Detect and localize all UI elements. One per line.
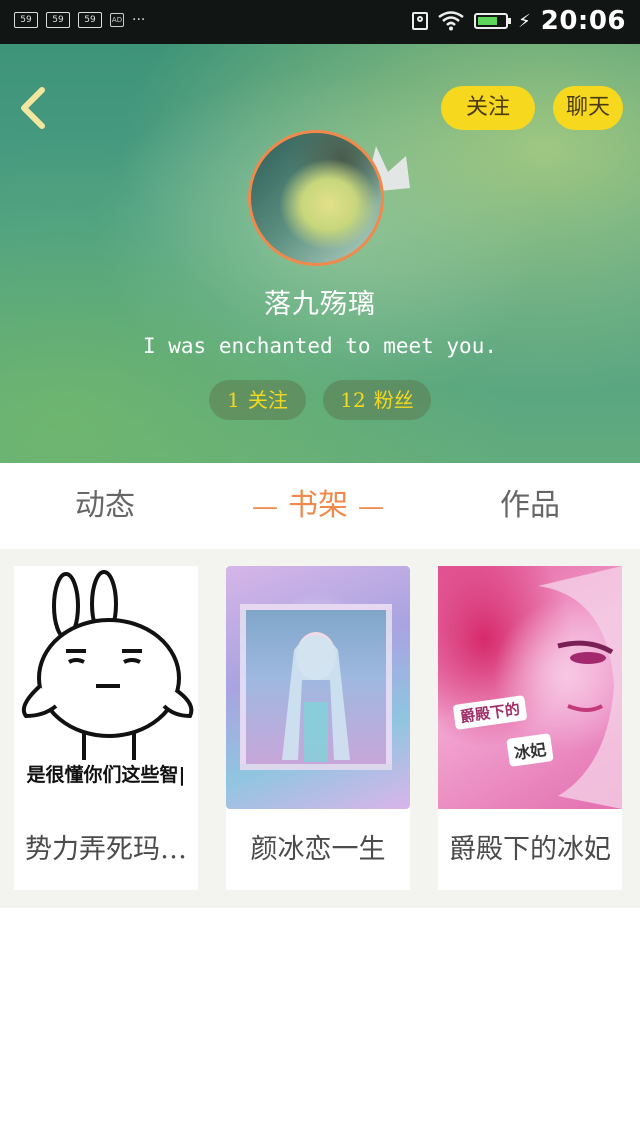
following-count: 1 [227,388,240,412]
book-cover [226,566,410,809]
username: 落九殇璃 [264,289,376,320]
charging-icon: ⚡ [518,10,531,32]
status-right: ⚡ 20:06 [412,6,626,36]
fans-stat[interactable]: 12 粉丝 [323,380,431,420]
signal-icon: 59 [46,12,70,28]
following-stat[interactable]: 1 关注 [209,380,306,420]
following-label: 关注 [247,388,288,412]
follow-button[interactable]: 关注 [441,86,535,130]
tab-dynamic[interactable]: 动态 [75,463,135,549]
ad-icon: AD [110,13,124,27]
tab-active-indicator-right: — [358,492,384,522]
anime-face-illustration [538,566,622,809]
user-bio: I was enchanted to meet you. [142,334,497,358]
fans-label: 粉丝 [373,388,414,412]
book-card[interactable]: 颜冰恋一生 [226,566,410,890]
cover-title-line1: 爵殿下的 [452,695,528,730]
book-cover: 是很懂你们这些智| [14,566,198,809]
status-left: 59 59 59 AD ··· [14,12,145,28]
status-bar: 59 59 59 AD ··· ⚡ 20:06 [0,0,640,44]
signal-icon: 59 [14,12,38,28]
back-icon[interactable] [16,86,52,130]
signal-icon: 59 [78,12,102,28]
more-notifications-icon: ··· [132,12,146,28]
wifi-icon [438,11,464,31]
book-card[interactable]: 是很懂你们这些智| 势力弄死玛… [14,566,198,890]
tab-works[interactable]: 作品 [500,463,560,549]
rabbit-meme-illustration [21,570,194,760]
book-title: 颜冰恋一生 [250,834,386,865]
bookshelf: 是很懂你们这些智| 势力弄死玛… 颜冰恋一生 爵殿下的 冰妃 爵殿下的冰妃 [0,549,640,908]
book-title: 爵殿下的冰妃 [449,834,611,865]
book-cover-caption: 是很懂你们这些智| [26,764,186,786]
profile-tabs: 动态 — 书架 — 作品 [0,463,640,549]
clock: 20:06 [540,6,626,36]
cover-title-line2: 冰妃 [506,733,554,767]
chat-button[interactable]: 聊天 [553,86,623,130]
cover-artwork-frame [240,604,392,770]
book-card[interactable]: 爵殿下的 冰妃 爵殿下的冰妃 [438,566,622,890]
cover-title-badge: 爵殿下的 冰妃 [450,695,560,772]
avatar[interactable] [248,130,390,272]
battery-icon [474,13,512,29]
tab-shelf[interactable]: — 书架 — [242,463,394,549]
book-title: 势力弄死玛… [25,834,187,865]
anime-girl-illustration [282,632,350,762]
tab-shelf-label: 书架 [288,488,348,523]
book-cover: 爵殿下的 冰妃 [438,566,622,809]
tab-active-indicator-left: — [252,492,278,522]
profile-header: 关注 聊天 落九殇璃 I was enchanted to meet you. … [0,44,640,463]
fans-count: 12 [340,388,366,412]
avatar-image [248,130,384,266]
location-icon [412,12,429,30]
